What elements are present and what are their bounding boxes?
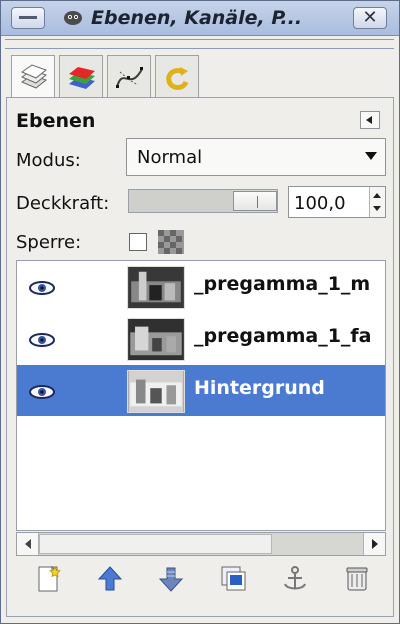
opacity-spinbox[interactable]: 100,0 [288,186,386,218]
layer-image [128,319,184,360]
channels-tab-icon [69,67,95,89]
opacity-slider-fill [129,190,233,212]
delete-layer-icon [346,567,368,591]
eye-icon[interactable] [27,332,57,348]
scroll-right-icon[interactable] [363,533,385,555]
layer-actions [7,560,395,598]
chevron-down-icon [365,152,377,160]
mode-select[interactable]: Normal [126,138,386,176]
layer-row[interactable]: Hintergrund [17,365,385,416]
tab-paths[interactable] [107,55,151,98]
close-button[interactable]: ✕ [353,7,387,29]
mode-value: Normal [137,147,203,168]
lock-label: Sperre: [16,232,82,253]
layers-panel: Ebenen Modus: Normal Deckkraft: 100,0 Sp… [6,97,394,617]
layer-name[interactable]: _pregamma_1_m [194,273,370,295]
duplicate-layer-button[interactable] [216,562,250,596]
layer-image [128,371,184,412]
panel-menu-icon[interactable] [360,111,380,129]
lower-layer-icon [158,567,184,592]
delete-layer-button[interactable] [340,562,374,596]
eye-icon[interactable] [27,384,57,400]
opacity-value: 100,0 [294,193,346,214]
anchor-layer-button[interactable] [278,562,312,596]
scrollbar-thumb[interactable] [39,534,272,554]
lower-layer-button[interactable] [154,562,188,596]
layer-row[interactable]: _pregamma_1_m [17,261,385,312]
layer-thumbnail [127,370,185,413]
title-bar[interactable]: Ebenen, Kanäle, P... ✕ [1,1,399,36]
dock-strip [5,39,394,49]
layer-row[interactable]: _pregamma_1_fa [17,313,385,364]
alpha-lock-icon[interactable] [158,230,184,254]
layer-name[interactable]: Hintergrund [194,377,325,399]
layer-thumbnail [127,266,185,309]
tab-undo-history[interactable] [155,55,199,98]
dock-tabs [11,55,211,99]
anchor-layer-icon [284,566,306,590]
layer-name[interactable]: _pregamma_1_fa [194,325,372,347]
raise-layer-button[interactable] [93,562,127,596]
layers-dialog: Ebenen, Kanäle, P... ✕ Ebenen Modus: Nor… [0,0,400,624]
new-layer-icon [38,565,61,592]
close-icon: ✕ [362,7,378,28]
layer-thumbnail [127,318,185,361]
opacity-slider-handle[interactable] [233,191,277,211]
layers-list: _pregamma_1_m _pregamma_1_fa Hintergrund [16,260,386,531]
horizontal-scrollbar[interactable] [16,532,386,556]
paths-tab-icon [116,67,143,88]
eye-icon[interactable] [27,280,57,296]
window-menu-icon[interactable] [11,7,45,29]
tab-layers[interactable] [11,55,55,99]
panel-title: Ebenen [16,110,96,132]
stepper-up-icon[interactable] [373,193,381,198]
window-title: Ebenen, Kanäle, P... [91,7,303,29]
opacity-slider[interactable] [128,189,278,213]
layers-tab-icon [20,64,48,89]
stepper-down-icon[interactable] [373,206,381,211]
lock-pixels-checkbox[interactable] [129,233,147,251]
new-layer-button[interactable] [32,562,66,596]
opacity-label: Deckkraft: [16,193,110,214]
gimp-icon [64,11,82,25]
undo-history-tab-icon [166,67,189,90]
layer-image [128,267,184,308]
scroll-left-icon[interactable] [17,533,39,555]
opacity-stepper[interactable] [369,187,385,217]
raise-layer-icon [97,566,123,591]
tab-channels[interactable] [59,55,103,98]
mode-label: Modus: [16,150,81,171]
duplicate-layer-icon [221,566,246,591]
